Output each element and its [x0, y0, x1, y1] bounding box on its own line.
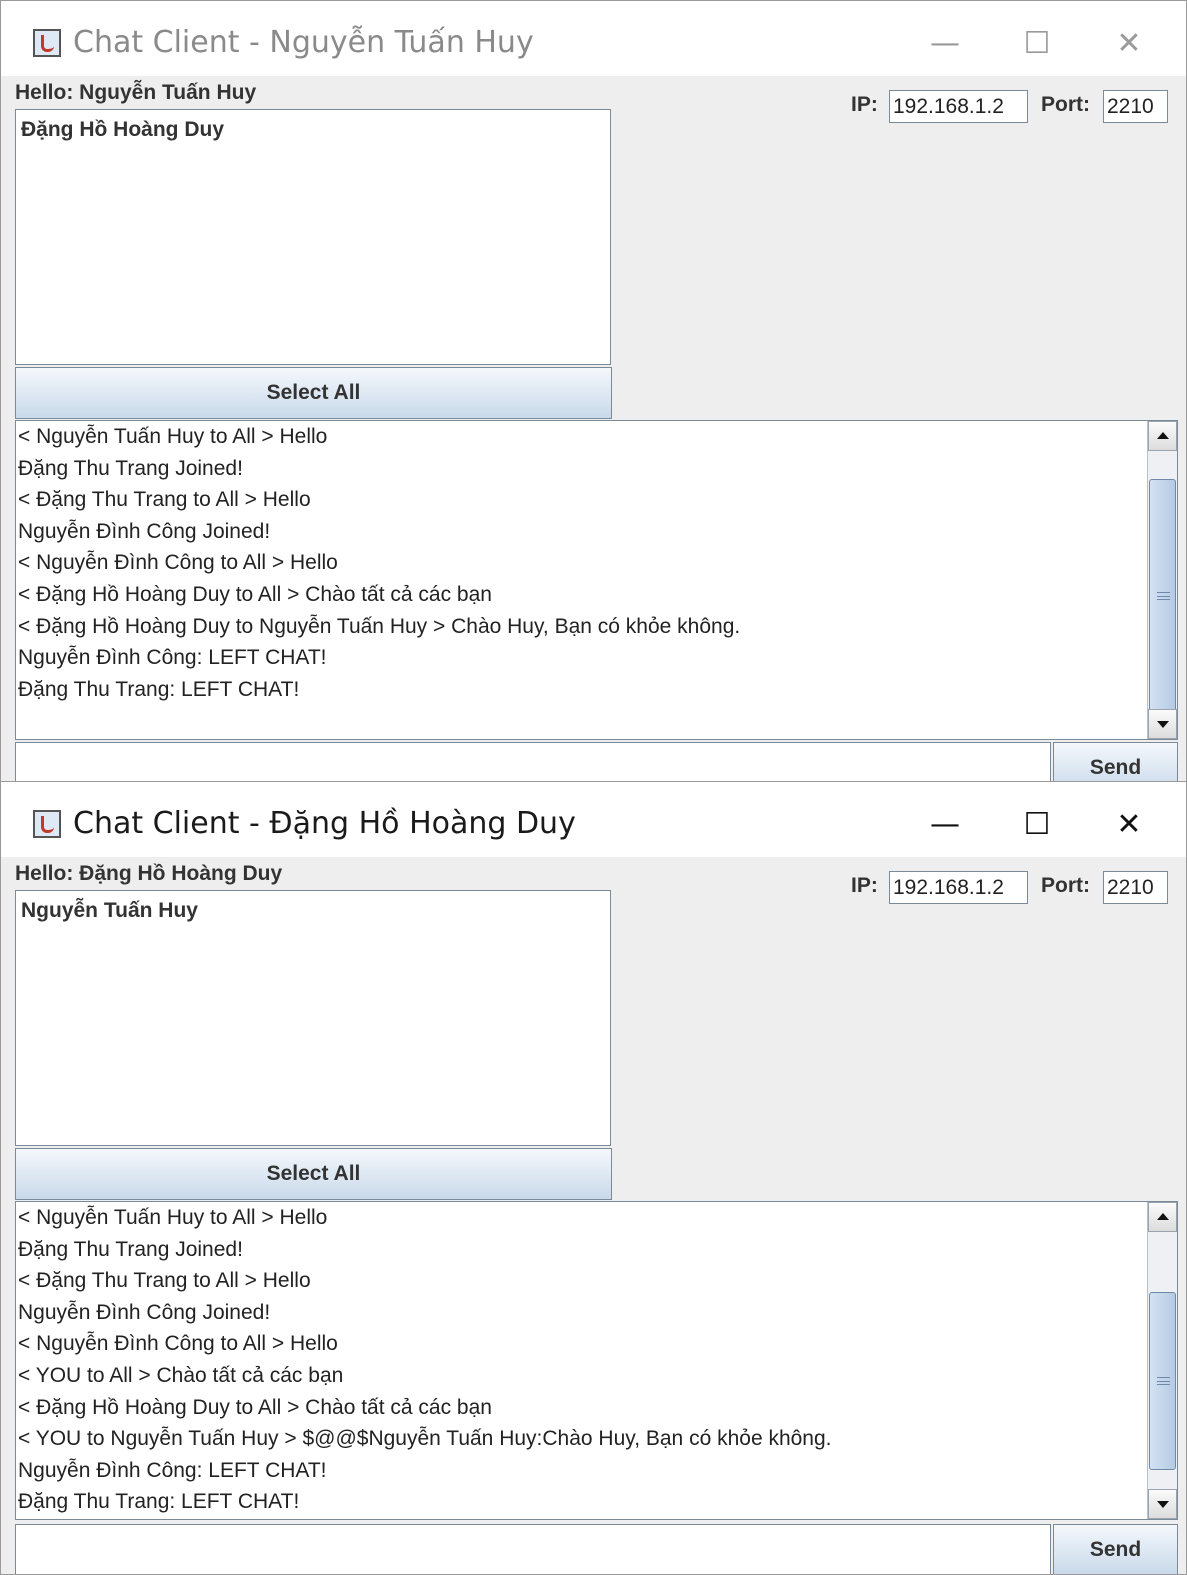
chat-message: Đặng Thu Trang Joined! [18, 1237, 243, 1261]
grip-icon [1157, 592, 1170, 600]
chat-message-list: < Nguyễn Tuấn Huy to All > Hello Đặng Th… [18, 1202, 1145, 1518]
scrollbar-thumb[interactable] [1149, 1292, 1176, 1470]
vertical-scrollbar[interactable] [1147, 421, 1177, 739]
online-user-list[interactable]: Nguyễn Tuấn Huy [15, 890, 611, 1146]
chat-message: Nguyễn Đình Công Joined! [18, 519, 271, 543]
title-bar[interactable]: Chat Client - Đặng Hồ Hoàng Duy — ☐ ✕ [1, 782, 1186, 857]
ip-input[interactable]: 192.168.1.2 [889, 90, 1028, 123]
ip-label: IP: [851, 93, 878, 116]
port-label: Port: [1041, 874, 1090, 897]
port-input[interactable]: 2210 [1103, 871, 1168, 904]
chat-message: Đặng Thu Trang: LEFT CHAT! [18, 677, 300, 701]
vertical-scrollbar[interactable] [1147, 1202, 1177, 1519]
window-title: Chat Client - Nguyễn Tuấn Huy [73, 25, 534, 60]
hello-label: Hello: Nguyễn Tuấn Huy [15, 81, 257, 104]
grip-icon [1157, 1377, 1170, 1385]
arrow-down-icon[interactable] [1148, 709, 1177, 739]
chat-message: < Đặng Hồ Hoàng Duy to All > Chào tất cả… [18, 1395, 492, 1419]
maximize-button[interactable]: ☐ [1007, 19, 1067, 69]
chat-message: < Đặng Hồ Hoàng Duy to All > Chào tất cả… [18, 582, 492, 606]
chat-message-list: < Nguyễn Tuấn Huy to All > Hello Đặng Th… [18, 421, 1145, 705]
chat-history[interactable]: < Nguyễn Tuấn Huy to All > Hello Đặng Th… [15, 420, 1178, 740]
chat-window-huy: Chat Client - Nguyễn Tuấn Huy — ☐ ✕ Hell… [0, 0, 1187, 792]
port-input[interactable]: 2210 [1103, 90, 1168, 123]
user-list-item[interactable]: Đặng Hồ Hoàng Duy [21, 118, 224, 142]
scrollbar-thumb[interactable] [1149, 479, 1176, 713]
select-all-button[interactable]: Select All [15, 1148, 612, 1200]
chat-message: Đặng Thu Trang: LEFT CHAT! [18, 1490, 300, 1514]
title-bar[interactable]: Chat Client - Nguyễn Tuấn Huy — ☐ ✕ [1, 1, 1186, 76]
chat-message: Nguyễn Đình Công: LEFT CHAT! [18, 1458, 327, 1482]
chat-message: Đặng Thu Trang Joined! [18, 456, 243, 480]
close-button[interactable]: ✕ [1099, 19, 1159, 69]
user-list-item[interactable]: Nguyễn Tuấn Huy [21, 899, 198, 923]
online-user-list[interactable]: Đặng Hồ Hoàng Duy [15, 109, 611, 365]
message-input[interactable] [15, 1524, 1051, 1574]
ip-input[interactable]: 192.168.1.2 [889, 871, 1028, 904]
chat-message: < Nguyễn Tuấn Huy to All > Hello [18, 1206, 328, 1229]
chat-message: < YOU to All > Chào tất cả các bạn [18, 1363, 344, 1387]
ip-label: IP: [851, 874, 878, 897]
port-label: Port: [1041, 93, 1090, 116]
chat-message: Nguyễn Đình Công Joined! [18, 1300, 271, 1324]
chat-message: < Nguyễn Đình Công to All > Hello [18, 1332, 338, 1356]
chat-message: < Đặng Hồ Hoàng Duy to Nguyễn Tuấn Huy >… [18, 614, 741, 638]
chat-history[interactable]: < Nguyễn Tuấn Huy to All > Hello Đặng Th… [15, 1201, 1178, 1520]
send-button[interactable]: Send [1053, 1524, 1178, 1574]
hello-label: Hello: Đặng Hồ Hoàng Duy [15, 862, 283, 885]
chat-message: Nguyễn Đình Công: LEFT CHAT! [18, 646, 327, 670]
java-app-icon [33, 29, 61, 57]
arrow-down-icon[interactable] [1148, 1489, 1177, 1519]
chat-message: < YOU to Nguyễn Tuấn Huy > $@@$Nguyễn Tu… [18, 1427, 832, 1451]
java-app-icon [33, 810, 61, 838]
chat-message: < Nguyễn Tuấn Huy to All > Hello [18, 425, 328, 448]
chat-message: < Đặng Thu Trang to All > Hello [18, 1269, 311, 1293]
chat-window-duy: Chat Client - Đặng Hồ Hoàng Duy — ☐ ✕ He… [0, 781, 1187, 1575]
arrow-up-icon[interactable] [1148, 421, 1177, 451]
arrow-up-icon[interactable] [1148, 1202, 1177, 1232]
select-all-button[interactable]: Select All [15, 367, 612, 419]
close-button[interactable]: ✕ [1099, 800, 1159, 850]
maximize-button[interactable]: ☐ [1007, 800, 1067, 850]
chat-message: < Nguyễn Đình Công to All > Hello [18, 551, 338, 575]
minimize-button[interactable]: — [915, 19, 975, 69]
chat-message: < Đặng Thu Trang to All > Hello [18, 488, 311, 512]
minimize-button[interactable]: — [915, 800, 975, 850]
window-title: Chat Client - Đặng Hồ Hoàng Duy [73, 806, 576, 841]
